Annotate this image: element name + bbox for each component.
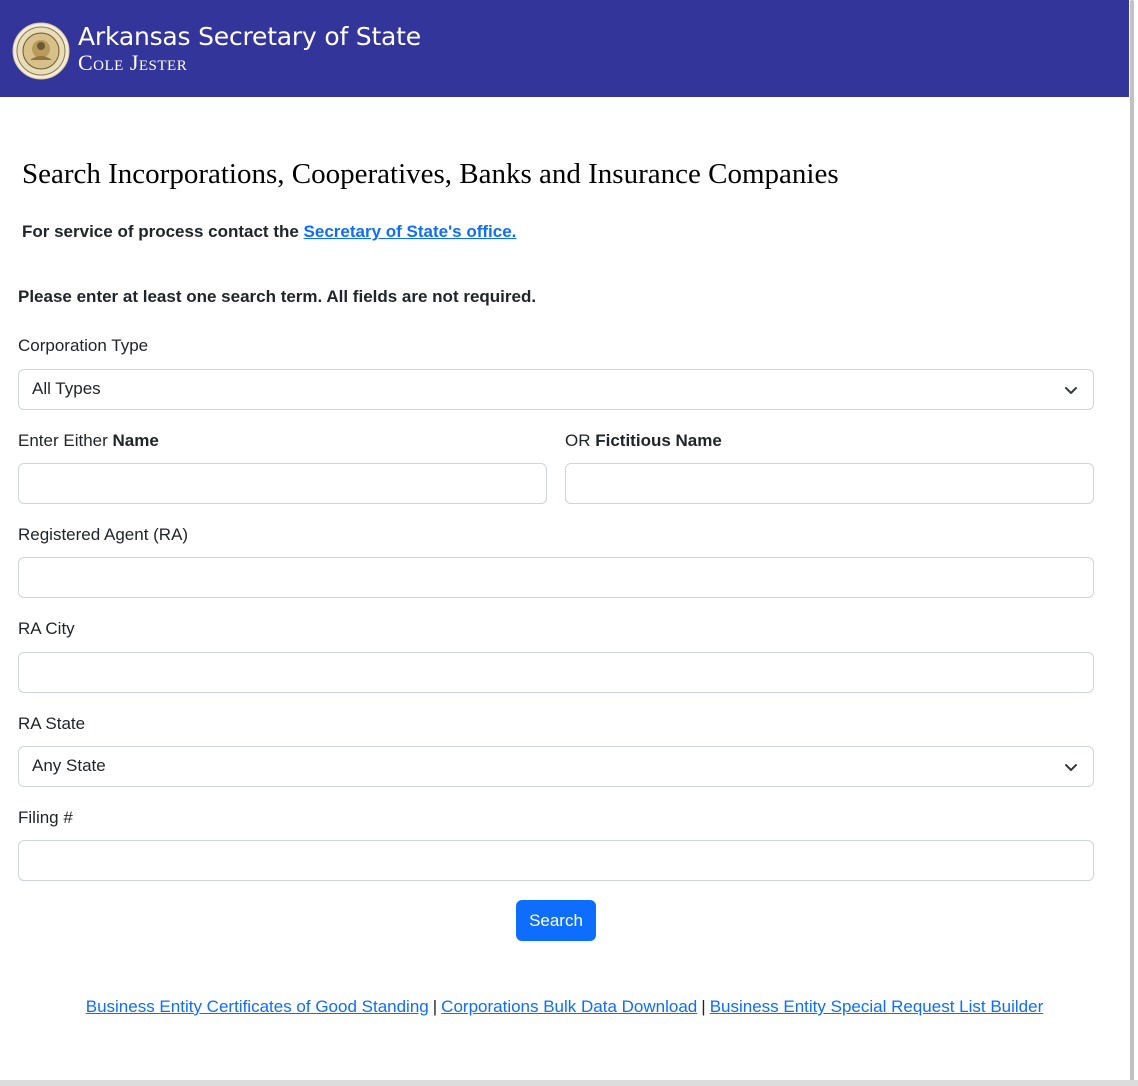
name-label-prefix: Enter Either (18, 431, 113, 450)
name-label: Enter Either Name (18, 431, 159, 451)
registered-agent-input[interactable] (18, 557, 1094, 598)
filing-number-input[interactable] (18, 840, 1094, 881)
state-seal-icon[interactable] (12, 22, 70, 80)
service-note-text: For service of process contact the (22, 222, 304, 241)
window-bottom-edge (0, 1080, 1138, 1086)
corporation-type-selected: All Types (32, 379, 101, 398)
footer-separator: | (701, 997, 706, 1016)
name-input[interactable] (18, 463, 547, 504)
service-of-process-note: For service of process contact the Secre… (22, 222, 516, 242)
name-label-bold: Name (112, 431, 159, 450)
filing-number-label: Filing # (18, 808, 73, 827)
fictitious-name-label: OR Fictitious Name (565, 431, 722, 451)
chevron-down-icon (1065, 764, 1077, 771)
special-request-list-builder-link[interactable]: Business Entity Special Request List Bui… (710, 997, 1044, 1016)
ra-state-selected: Any State (32, 756, 106, 775)
bulk-data-download-link[interactable]: Corporations Bulk Data Download (441, 997, 697, 1016)
ra-state-select[interactable]: Any State (18, 746, 1094, 787)
certificates-of-good-standing-link[interactable]: Business Entity Certificates of Good Sta… (86, 997, 429, 1016)
site-title: Arkansas Secretary of State (78, 22, 421, 51)
ra-city-label: RA City (18, 619, 75, 638)
scrollbar-thumb[interactable] (1130, 0, 1134, 1082)
footer-links: Business Entity Certificates of Good Sta… (0, 997, 1129, 1017)
registered-agent-label: Registered Agent (RA) (18, 525, 189, 544)
ra-state-label: RA State (18, 714, 86, 733)
corporation-type-select[interactable]: All Types (18, 369, 1094, 410)
chevron-down-icon (1065, 387, 1077, 394)
fictitious-name-label-bold: Fictitious Name (595, 431, 722, 450)
footer-separator: | (432, 997, 438, 1016)
secretary-of-state-office-link[interactable]: Secretary of State's office. (304, 222, 517, 241)
corporation-type-label: Corporation Type (18, 336, 149, 355)
ra-city-input[interactable] (18, 652, 1094, 693)
fictitious-name-label-prefix: OR (565, 431, 596, 450)
fictitious-name-input[interactable] (565, 463, 1094, 504)
search-instructions: Please enter at least one search term. A… (18, 287, 537, 306)
official-name: Cole Jester (78, 50, 188, 75)
search-button[interactable]: Search (516, 900, 596, 941)
site-header: Arkansas Secretary of State Cole Jester (0, 0, 1129, 97)
page-title: Search Incorporations, Cooperatives, Ban… (22, 158, 839, 190)
